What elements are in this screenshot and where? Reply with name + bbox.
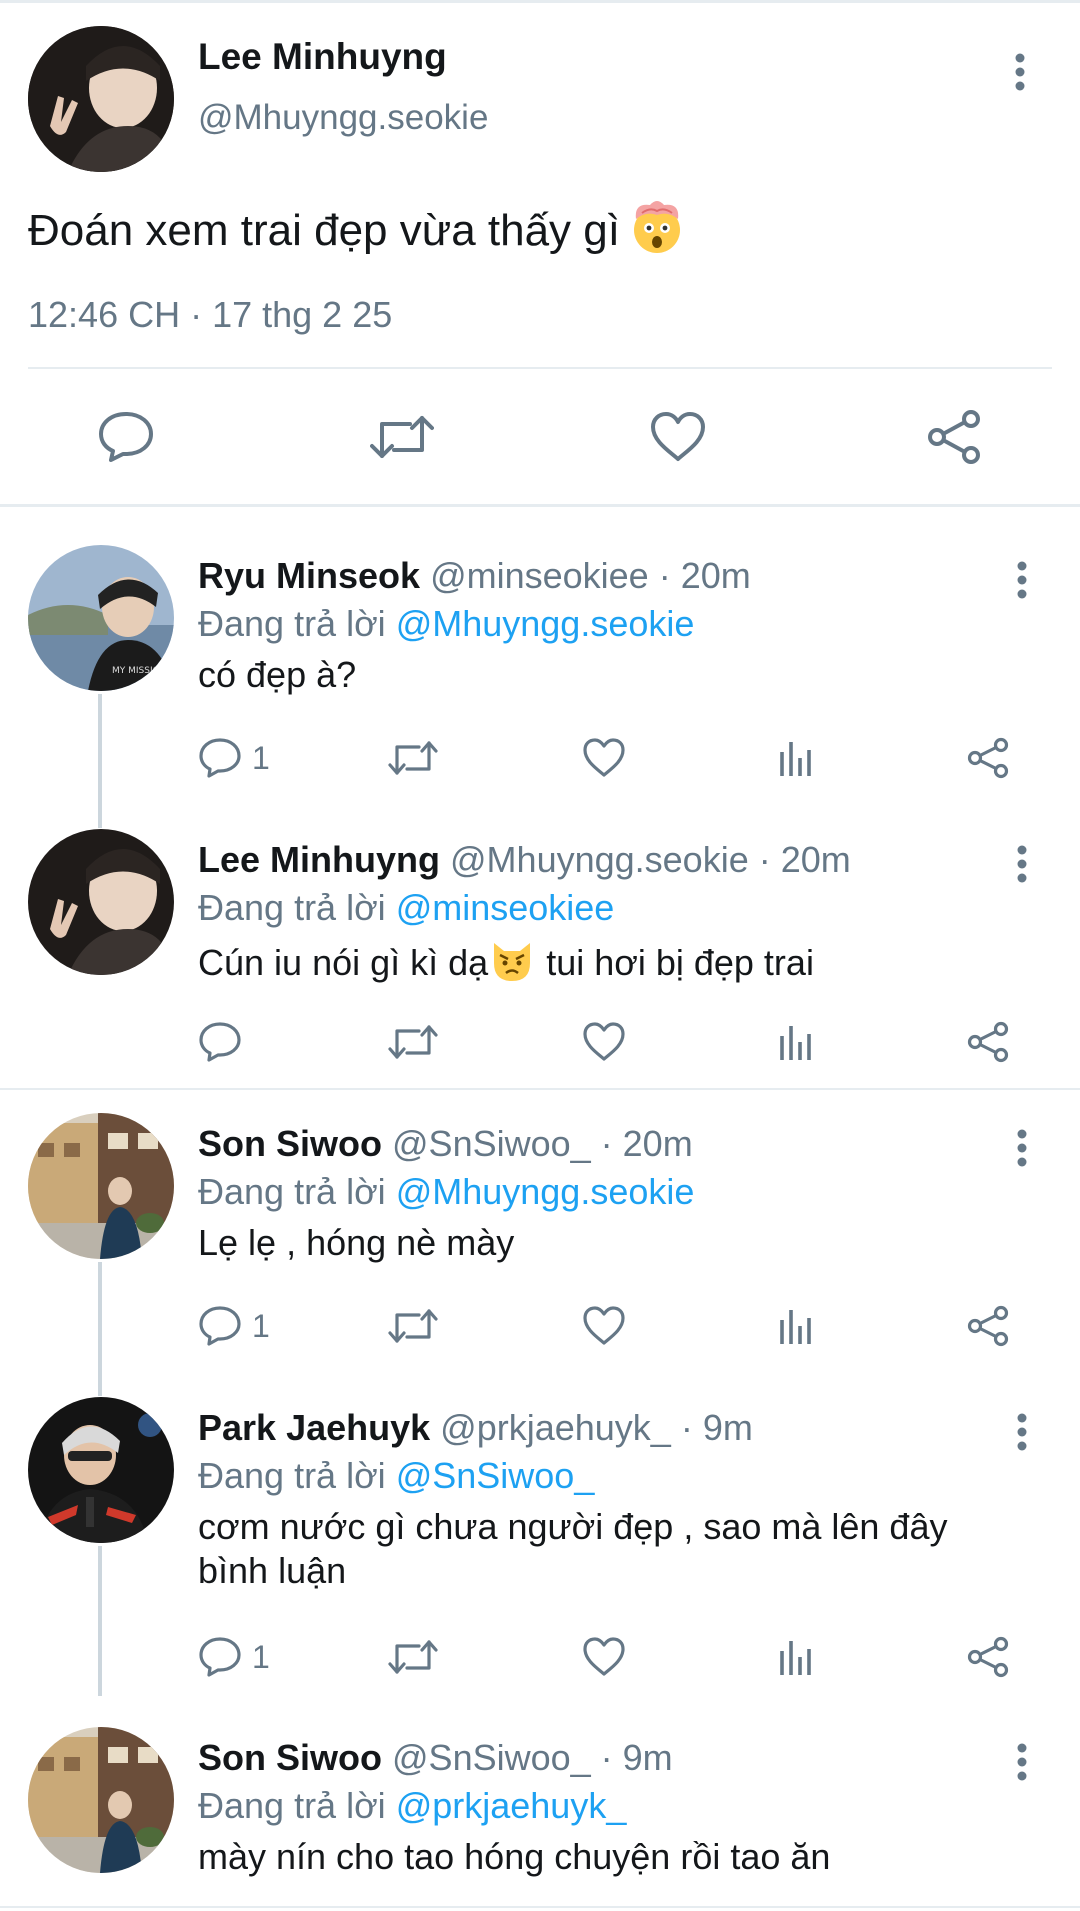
reply-header: Son Siwoo @SnSiwoo_ · 20m [198,1123,693,1165]
replying-prefix: Đang trả lời [198,1785,396,1826]
tweet-timestamp: 12:46 CH · 17 thg 2 25 [28,294,393,335]
reply-icon[interactable] [198,1017,242,1067]
reply-count: 1 [252,1638,270,1675]
like-icon[interactable] [582,1632,626,1682]
svg-text:MY MISSION: MY MISSION [112,666,166,676]
reply-text: mày nín cho tao hóng chuyện rồi tao ăn [198,1836,831,1877]
analytics-icon[interactable] [778,1301,814,1351]
analytics-icon[interactable] [778,733,814,783]
retweet-icon[interactable] [388,1301,438,1351]
replying-prefix: Đang trả lời [198,887,396,928]
mention-link[interactable]: @minseokiee [396,887,615,928]
reply-count: 1 [252,739,270,776]
share-icon[interactable] [966,1632,1010,1682]
share-icon[interactable] [966,1301,1010,1351]
mention-link[interactable]: @Mhuyngg.seokie [396,603,695,644]
reply-tweet[interactable]: Lee Minhuyng @Mhuyngg.seokie · 20m Đang … [0,829,1080,1069]
mention-link[interactable]: @Mhuyngg.seokie [396,1171,695,1212]
author-name[interactable]: Lee Minhuyng [198,36,447,78]
reply-text: Lẹ lẹ , hóng nè mày [198,1222,515,1263]
avatar[interactable] [28,1397,174,1543]
retweet-icon[interactable] [388,1632,438,1682]
like-icon[interactable] [582,733,626,783]
more-options-icon[interactable] [1002,839,1042,889]
retweet-icon[interactable] [388,733,438,783]
reply-header: Park Jaehuyk @prkjaehuyk_ · 9m [198,1407,753,1449]
reply-icon[interactable] [94,405,158,469]
author-name[interactable]: Ryu Minseok [198,555,420,596]
avatar[interactable] [28,1727,174,1873]
reply-tweet[interactable]: Park Jaehuyk @prkjaehuyk_ · 9m Đang trả … [0,1397,1080,1678]
author-handle-time[interactable]: @SnSiwoo_ · 20m [392,1123,693,1164]
main-tweet: Lee Minhuyng @Mhuyngg.seokie Đoán xem tr… [0,0,1080,504]
author-handle-time[interactable]: @SnSiwoo_ · 9m [392,1737,673,1778]
more-options-icon[interactable] [1002,1123,1042,1173]
divider [28,367,1052,369]
divider [0,1906,1080,1908]
reply-text: cơm nước gì chưa người đẹp , sao mà lên … [198,1506,948,1591]
mention-link[interactable]: @prkjaehuyk_ [396,1785,627,1826]
avatar[interactable] [28,829,174,975]
reply-text-before: Cún iu nói gì kì dạ [198,942,489,983]
avatar[interactable] [28,26,174,172]
reply-header: Lee Minhuyng @Mhuyngg.seokie · 20m [198,839,851,881]
replying-prefix: Đang trả lời [198,1171,396,1212]
reply-count: 1 [252,1307,270,1344]
like-icon[interactable] [582,1017,626,1067]
author-name[interactable]: Son Siwoo [198,1737,382,1778]
analytics-icon[interactable] [778,1017,814,1067]
reply-tweet[interactable]: Son Siwoo @SnSiwoo_ · 9m Đang trả lời @p… [0,1727,1080,1907]
reply-header: Ryu Minseok @minseokiee · 20m [198,555,751,597]
avatar[interactable] [28,1113,174,1259]
author-name[interactable]: Park Jaehuyk [198,1407,430,1448]
reply-text: Cún iu nói gì kì dạ tui hơi bị đẹp trai [198,937,1018,985]
replying-to: Đang trả lời @Mhuyngg.seokie [198,1171,694,1213]
tweet-text-content: Đoán xem trai đẹp vừa thấy gì [28,206,620,255]
more-options-icon[interactable] [1002,1737,1042,1787]
like-icon[interactable] [646,405,710,469]
author-handle[interactable]: @Mhuyngg.seokie [198,98,488,138]
more-options-icon[interactable] [1002,555,1042,605]
replying-prefix: Đang trả lời [198,603,396,644]
replying-to: Đang trả lời @Mhuyngg.seokie [198,603,694,645]
share-icon[interactable] [922,405,986,469]
more-options-icon[interactable] [1000,42,1040,102]
reply-icon[interactable]: 1 [198,733,270,783]
reply-header: Son Siwoo @SnSiwoo_ · 9m [198,1737,673,1779]
reply-icon[interactable]: 1 [198,1632,270,1682]
more-options-icon[interactable] [1002,1407,1042,1457]
share-icon[interactable] [966,1017,1010,1067]
author-handle-time[interactable]: @Mhuyngg.seokie · 20m [450,839,851,880]
reply-text-after: tui hơi bị đẹp trai [536,942,814,983]
reply-tweet[interactable]: MY MISSION Ryu Minseok @minseokiee · 20m… [0,545,1080,785]
author-name[interactable]: Lee Minhuyng [198,839,440,880]
author-handle-time[interactable]: @minseokiee · 20m [430,555,751,596]
replying-prefix: Đang trả lời [198,1455,396,1496]
analytics-icon[interactable] [778,1632,814,1682]
author-handle-time[interactable]: @prkjaehuyk_ · 9m [440,1407,753,1448]
replying-to: Đang trả lời @SnSiwoo_ [198,1455,594,1497]
pouting-cat-emoji [488,937,536,985]
reply-tweet[interactable]: Son Siwoo @SnSiwoo_ · 20m Đang trả lời @… [0,1113,1080,1353]
divider [0,1088,1080,1090]
author-name[interactable]: Son Siwoo [198,1123,382,1164]
replying-to: Đang trả lời @minseokiee [198,887,614,929]
share-icon[interactable] [966,733,1010,783]
avatar[interactable]: MY MISSION [28,545,174,691]
exploding-head-emoji [628,197,686,255]
reply-icon[interactable]: 1 [198,1301,270,1351]
divider [0,504,1080,507]
replying-to: Đang trả lời @prkjaehuyk_ [198,1785,626,1827]
tweet-text: Đoán xem trai đẹp vừa thấy gì [28,197,686,256]
reply-text: có đẹp à? [198,654,357,695]
retweet-icon[interactable] [388,1017,438,1067]
mention-link[interactable]: @SnSiwoo_ [396,1455,595,1496]
retweet-icon[interactable] [370,405,434,469]
like-icon[interactable] [582,1301,626,1351]
